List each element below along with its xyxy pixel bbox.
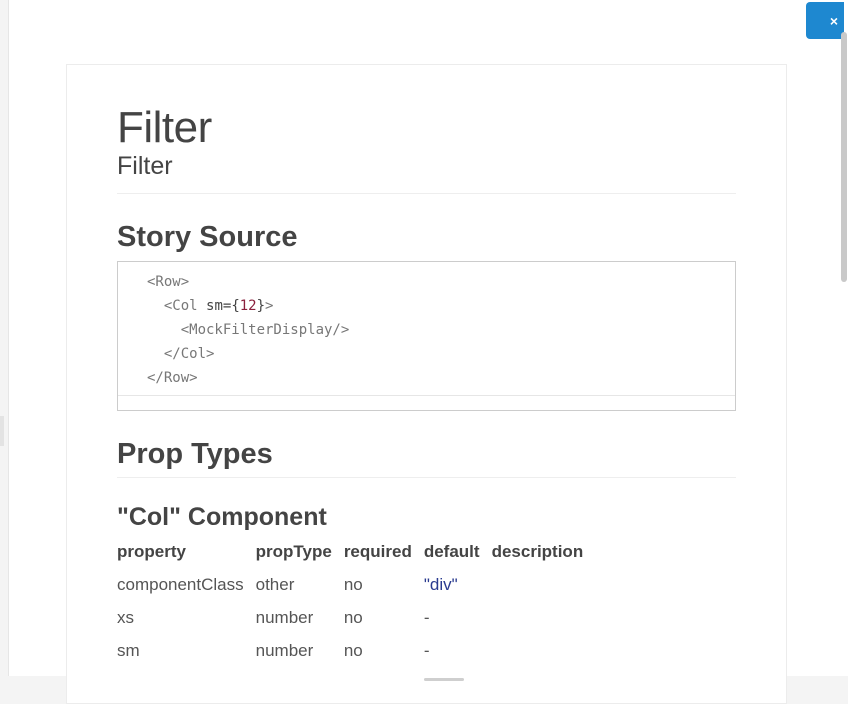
info-card: Filter Filter Story Source <Row> <Col sm… (66, 64, 787, 704)
cell-proptype: other (255, 574, 295, 594)
column-header-default: default (423, 542, 480, 561)
scrollbar-thumb[interactable] (841, 32, 847, 282)
page-subtitle: Filter (117, 152, 173, 180)
table-row: sm number no - (117, 634, 595, 667)
vertical-scrollbar[interactable] (839, 28, 848, 674)
cell-required: no (343, 574, 363, 594)
page-title: Filter (117, 103, 212, 152)
story-source-code-block: <Row> <Col sm={12}> <MockFilterDisplay/>… (117, 261, 736, 411)
horizontal-scrollbar-thumb[interactable] (424, 678, 464, 681)
cell-proptype: number (255, 640, 314, 660)
table-row: xs number no - (117, 601, 595, 634)
component-heading: "Col" Component (117, 503, 327, 531)
code-content: <Row> <Col sm={12}> <MockFilterDisplay/>… (147, 270, 349, 390)
column-header-description: description (491, 542, 584, 561)
divider (117, 477, 736, 478)
cell-default: - (423, 640, 430, 660)
background-edge (0, 416, 4, 446)
cell-description (492, 634, 596, 667)
cell-property: xs (117, 607, 134, 627)
table-header-row: property propType required default descr… (117, 536, 595, 568)
prop-types-heading: Prop Types (117, 438, 273, 470)
story-source-heading: Story Source (117, 221, 298, 253)
cell-proptype: number (255, 607, 314, 627)
prop-types-table: property propType required default descr… (117, 536, 595, 667)
cell-default: - (423, 607, 430, 627)
divider (117, 193, 736, 194)
cell-property: sm (117, 640, 140, 660)
cell-description (492, 568, 596, 601)
cell-required: no (343, 607, 363, 627)
code-line: <Row> (147, 274, 190, 290)
cell-description (492, 601, 596, 634)
code-line: <Col sm={12}> (163, 298, 274, 314)
column-header-proptype: propType (255, 542, 332, 561)
table-row: componentClass other no "div" (117, 568, 595, 601)
close-icon: × (829, 12, 838, 29)
cell-property: componentClass (117, 574, 244, 594)
column-header-required: required (343, 542, 412, 561)
cell-required: no (343, 640, 363, 660)
code-line: <MockFilterDisplay/> (180, 322, 350, 338)
code-block-divider (118, 395, 735, 396)
column-header-property: property (117, 542, 186, 561)
cell-default: "div" (423, 574, 458, 594)
code-line: </Col> (163, 346, 215, 362)
story-detail-panel: × Filter Filter Story Source <Row> <Col … (8, 0, 848, 704)
code-line: </Row> (147, 370, 198, 386)
